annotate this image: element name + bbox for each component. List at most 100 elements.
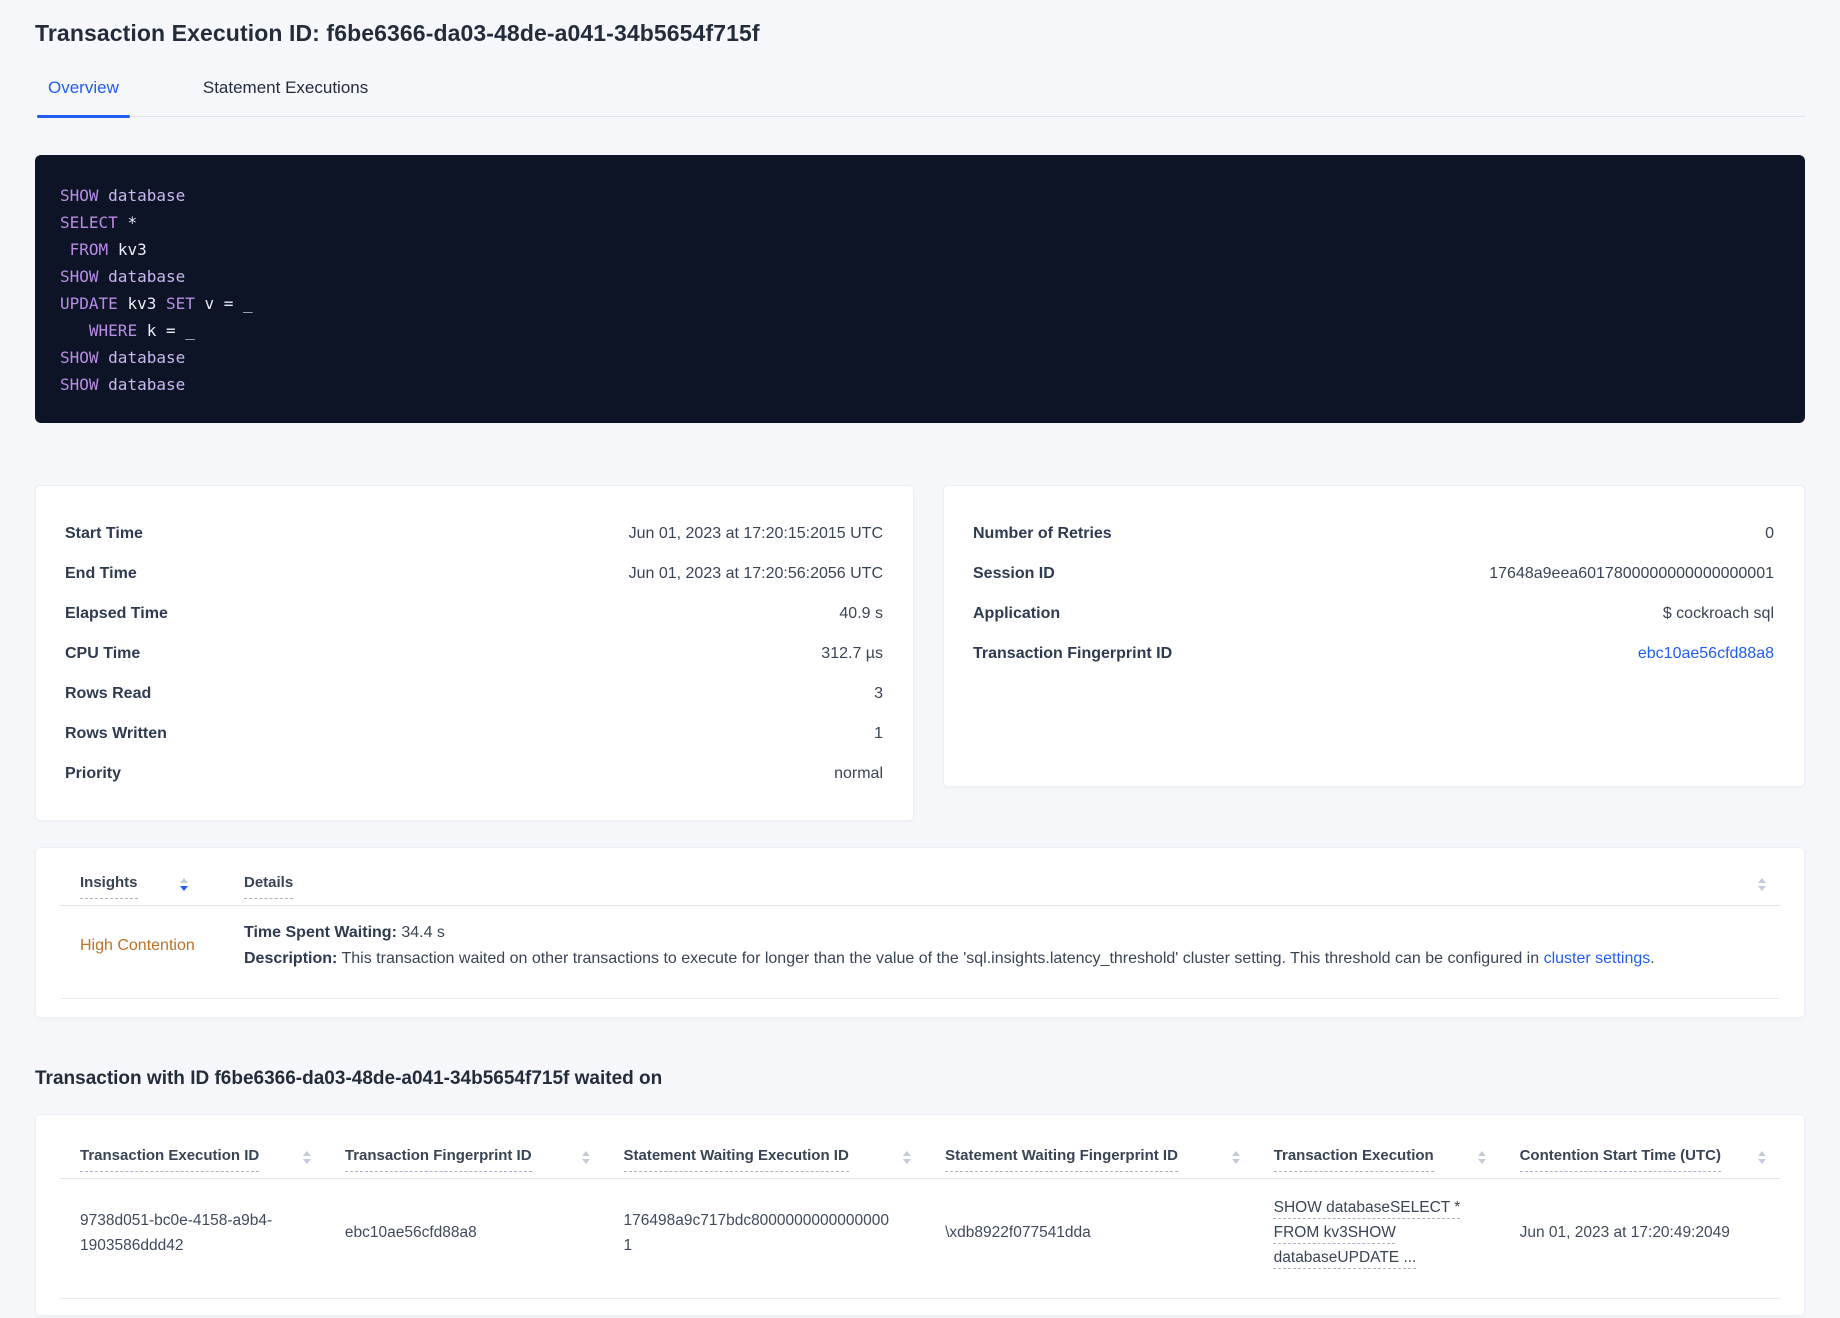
summary-row-transaction-fingerprint-id: Transaction Fingerprint ID ebc10ae56cfd88… (973, 634, 1774, 674)
summary-row-start-time: Start Time Jun 01, 2023 at 17:20:15:2015 … (65, 514, 883, 554)
end-time-value: Jun 01, 2023 at 17:20:56:2056 UTC (628, 565, 883, 582)
insights-table-card: Insights Details High Contention Time Sp… (35, 847, 1805, 1018)
sort-arrows-icon[interactable] (1757, 1151, 1766, 1164)
column-header-transaction-execution-id: Transaction Execution ID (60, 1147, 325, 1172)
rows-read-label: Rows Read (65, 685, 152, 702)
summary-card-right: Number of Retries 0 Session ID 17648a9eea60… (943, 485, 1805, 787)
sort-up-icon (1757, 1151, 1766, 1156)
page: Transaction Execution ID: f6be6366-da03-… (0, 0, 1840, 1316)
start-time-value: Jun 01, 2023 at 17:20:15:2015 UTC (628, 525, 883, 542)
column-header-statement-waiting-fingerprint-id: Statement Waiting Fingerprint ID (925, 1147, 1254, 1172)
page-title: Transaction Execution ID: f6be6366-da03-… (35, 20, 760, 46)
application-value: $ cockroach sql (1662, 605, 1774, 622)
sql-line-1: SHOW database (60, 186, 186, 205)
sort-down-icon (903, 1159, 912, 1164)
number-of-retries-label: Number of Retries (973, 525, 1112, 542)
sort-arrows-icon[interactable] (302, 1151, 311, 1164)
transaction-fingerprint-id-label: Transaction Fingerprint ID (973, 645, 1173, 662)
sort-up-icon (179, 878, 188, 883)
summary-row-priority: Priority normal (65, 754, 883, 794)
waited-on-table-card: Transaction Execution ID Transaction Fing… (35, 1114, 1805, 1316)
transaction-execution-value[interactable]: SHOW databaseSELECT * FROM kv3SHOW datab… (1274, 1199, 1461, 1266)
table-row: 9738d051-bc0e-4158-a9b4-1903586ddd42 ebc1… (60, 1179, 1780, 1299)
sort-down-icon (1758, 886, 1766, 891)
sort-arrows-icon[interactable] (1231, 1151, 1240, 1164)
summary-row-session-id: Session ID 17648a9eea60178000000000000000… (973, 554, 1774, 594)
statement-waiting-execution-id-value: 176498a9c717bdc80000000000000001 (623, 1211, 890, 1254)
sql-line-6: WHERE k = _ (88, 321, 195, 340)
elapsed-time-label: Elapsed Time (65, 605, 168, 622)
sort-up-icon (1231, 1151, 1240, 1156)
statement-waiting-execution-id-header-label[interactable]: Statement Waiting Execution ID (623, 1147, 849, 1172)
cell-transaction-execution-id: 9738d051-bc0e-4158-a9b4-1903586ddd42 (60, 1208, 325, 1258)
time-spent-waiting: Time Spent Waiting: 34.4 s (244, 924, 445, 941)
start-time-label: Start Time (65, 525, 143, 542)
sort-down-icon (581, 1159, 590, 1164)
sort-up-icon (1477, 1151, 1486, 1156)
sort-down-icon (1231, 1159, 1240, 1164)
summary-card-left: Start Time Jun 01, 2023 at 17:20:15:2015 … (35, 485, 914, 821)
sql-line-3: FROM kv3 (69, 240, 147, 259)
sort-arrows-icon[interactable] (1758, 878, 1766, 891)
sort-down-icon (179, 886, 188, 891)
sort-arrows-icon[interactable] (179, 878, 188, 891)
elapsed-time-value: 40.9 s (839, 605, 883, 622)
application-label: Application (973, 605, 1061, 622)
column-header-transaction-execution: Transaction Execution (1254, 1147, 1500, 1172)
sort-down-icon (1477, 1159, 1486, 1164)
tab-bar: Overview Statement Executions (37, 78, 1805, 118)
details-header-label[interactable]: Details (244, 874, 294, 899)
sort-up-icon (581, 1151, 590, 1156)
statement-waiting-fingerprint-id-value: \xdb8922f077541dda (945, 1224, 1091, 1241)
summary-row-rows-written: Rows Written 1 (65, 714, 883, 754)
summary-row-number-of-retries: Number of Retries 0 (973, 514, 1774, 554)
insights-column-header: Insights (60, 874, 244, 899)
sql-line-2: SELECT * (60, 213, 138, 232)
details-column-header: Details (244, 874, 1780, 899)
summary-row-application: Application $ cockroach sql (973, 594, 1774, 634)
summary-row-cpu-time: CPU Time 312.7 µs (65, 634, 883, 674)
session-id-label: Session ID (973, 565, 1055, 582)
tab-statement-executions[interactable]: Statement Executions (192, 78, 379, 116)
sql-line-5: UPDATE kv3 SET v = _ (60, 294, 253, 313)
end-time-label: End Time (65, 565, 137, 582)
summary-row-elapsed-time: Elapsed Time 40.9 s (65, 594, 883, 634)
transaction-execution-id-value: 9738d051-bc0e-4158-a9b4-1903586ddd42 (80, 1211, 273, 1254)
transaction-fingerprint-id-header-label[interactable]: Transaction Fingerprint ID (344, 1147, 532, 1172)
insight-row: High Contention Time Spent Waiting: 34.4… (60, 906, 1780, 999)
cell-statement-waiting-execution-id: 176498a9c717bdc80000000000000001 (604, 1208, 926, 1258)
contention-start-time-utc-header-label[interactable]: Contention Start Time (UTC) (1519, 1147, 1721, 1172)
summary-row-rows-read: Rows Read 3 (65, 674, 883, 714)
statement-waiting-fingerprint-id-header-label[interactable]: Statement Waiting Fingerprint ID (945, 1147, 1178, 1172)
sort-arrows-icon[interactable] (903, 1151, 912, 1164)
transaction-fingerprint-id-value[interactable]: ebc10ae56cfd88a8 (1638, 645, 1774, 663)
insights-header-label[interactable]: Insights (80, 874, 138, 899)
sort-up-icon (1758, 878, 1766, 883)
transaction-fingerprint-id-value: ebc10ae56cfd88a8 (344, 1224, 477, 1241)
sort-down-icon (1757, 1159, 1766, 1164)
sort-arrows-icon[interactable] (581, 1151, 590, 1164)
sort-arrows-icon[interactable] (1477, 1151, 1486, 1164)
sql-statement-box: SHOW database SELECT * FROM kv3 SHOW datab… (35, 155, 1805, 423)
contention-start-time-utc-value: Jun 01, 2023 at 17:20:49:2049 (1519, 1224, 1730, 1241)
summary-row-end-time: End Time Jun 01, 2023 at 17:20:56:2056 UT… (65, 554, 883, 594)
cell-transaction-fingerprint-id: ebc10ae56cfd88a8 (325, 1220, 604, 1245)
priority-label: Priority (65, 765, 122, 782)
session-id-value: 17648a9eea6017800000000000000001 (1489, 565, 1774, 582)
cell-transaction-execution: SHOW databaseSELECT * FROM kv3SHOW datab… (1254, 1195, 1500, 1270)
tab-overview[interactable]: Overview (37, 78, 130, 118)
cell-statement-waiting-fingerprint-id: \xdb8922f077541dda (925, 1220, 1254, 1245)
cpu-time-value: 312.7 µs (821, 645, 883, 662)
insights-table-header: Insights Details (60, 864, 1780, 901)
cpu-time-label: CPU Time (65, 645, 141, 662)
insight-details-cell: Time Spent Waiting: 34.4 s Description: … (244, 920, 1780, 972)
cell-contention-start-time-utc: Jun 01, 2023 at 17:20:49:2049 (1500, 1220, 1780, 1245)
transaction-execution-header-label[interactable]: Transaction Execution (1273, 1147, 1434, 1172)
summary-cards-row: Start Time Jun 01, 2023 at 17:20:15:2015 … (35, 485, 1805, 821)
rows-written-label: Rows Written (65, 725, 167, 742)
rows-written-value: 1 (874, 725, 883, 742)
column-header-statement-waiting-execution-id: Statement Waiting Execution ID (604, 1147, 926, 1172)
waited-on-heading: Transaction with ID f6be6366-da03-48de-a… (35, 1068, 663, 1089)
transaction-execution-id-header-label[interactable]: Transaction Execution ID (80, 1147, 260, 1172)
cluster-settings-link[interactable]: cluster settings (1544, 950, 1651, 967)
